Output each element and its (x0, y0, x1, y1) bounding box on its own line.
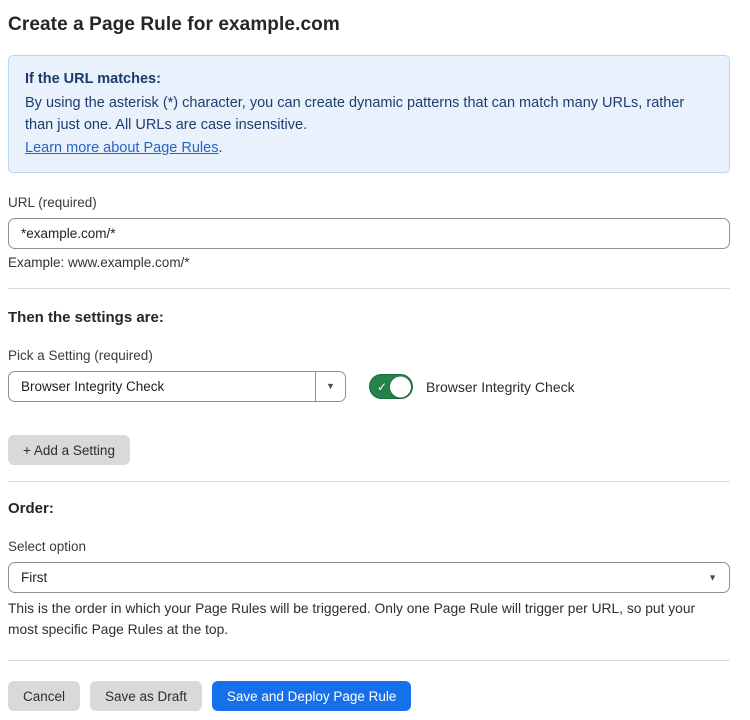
create-page-rule-form: Create a Page Rule for example.com If th… (0, 0, 750, 720)
chevron-down-icon: ▼ (708, 573, 717, 582)
cancel-button[interactable]: Cancel (8, 681, 80, 711)
chevron-down-icon: ▼ (326, 382, 335, 391)
order-section-heading: Order: (8, 500, 730, 517)
url-match-info-box: If the URL matches: By using the asteris… (8, 55, 730, 173)
footer-buttons: Cancel Save as Draft Save and Deploy Pag… (8, 681, 730, 711)
order-select-label: Select option (8, 539, 730, 554)
toggle-knob (390, 376, 411, 397)
setting-picker-arrow-button[interactable]: ▼ (315, 372, 345, 401)
setting-picker-combobox[interactable]: Browser Integrity Check ▼ (8, 371, 346, 402)
check-icon: ✓ (377, 380, 387, 392)
pick-setting-label: Pick a Setting (required) (8, 348, 730, 363)
toggle-label: Browser Integrity Check (426, 379, 575, 395)
section-divider (8, 481, 730, 482)
section-divider (8, 288, 730, 289)
link-suffix: . (218, 140, 222, 156)
info-box-link-line: Learn more about Page Rules. (25, 137, 713, 159)
info-box-body: By using the asterisk (*) character, you… (25, 92, 705, 136)
order-select[interactable]: First ▼ (8, 562, 730, 593)
settings-section-heading: Then the settings are: (8, 309, 730, 326)
url-label: URL (required) (8, 195, 730, 210)
setting-row: Browser Integrity Check ▼ ✓ Browser Inte… (8, 371, 730, 402)
page-title: Create a Page Rule for example.com (8, 12, 730, 36)
browser-integrity-toggle[interactable]: ✓ (369, 374, 413, 399)
section-divider (8, 660, 730, 661)
setting-picker-value: Browser Integrity Check (9, 372, 315, 401)
save-deploy-button[interactable]: Save and Deploy Page Rule (212, 681, 412, 711)
toggle-group: ✓ Browser Integrity Check (369, 374, 575, 399)
url-input[interactable] (8, 218, 730, 249)
order-select-value: First (21, 570, 47, 585)
url-helper-text: Example: www.example.com/* (8, 255, 730, 270)
save-draft-button[interactable]: Save as Draft (90, 681, 202, 711)
info-box-heading: If the URL matches: (25, 68, 713, 90)
order-help-text: This is the order in which your Page Rul… (8, 598, 720, 640)
add-setting-button[interactable]: + Add a Setting (8, 435, 130, 465)
learn-more-link[interactable]: Learn more about Page Rules (25, 140, 218, 156)
